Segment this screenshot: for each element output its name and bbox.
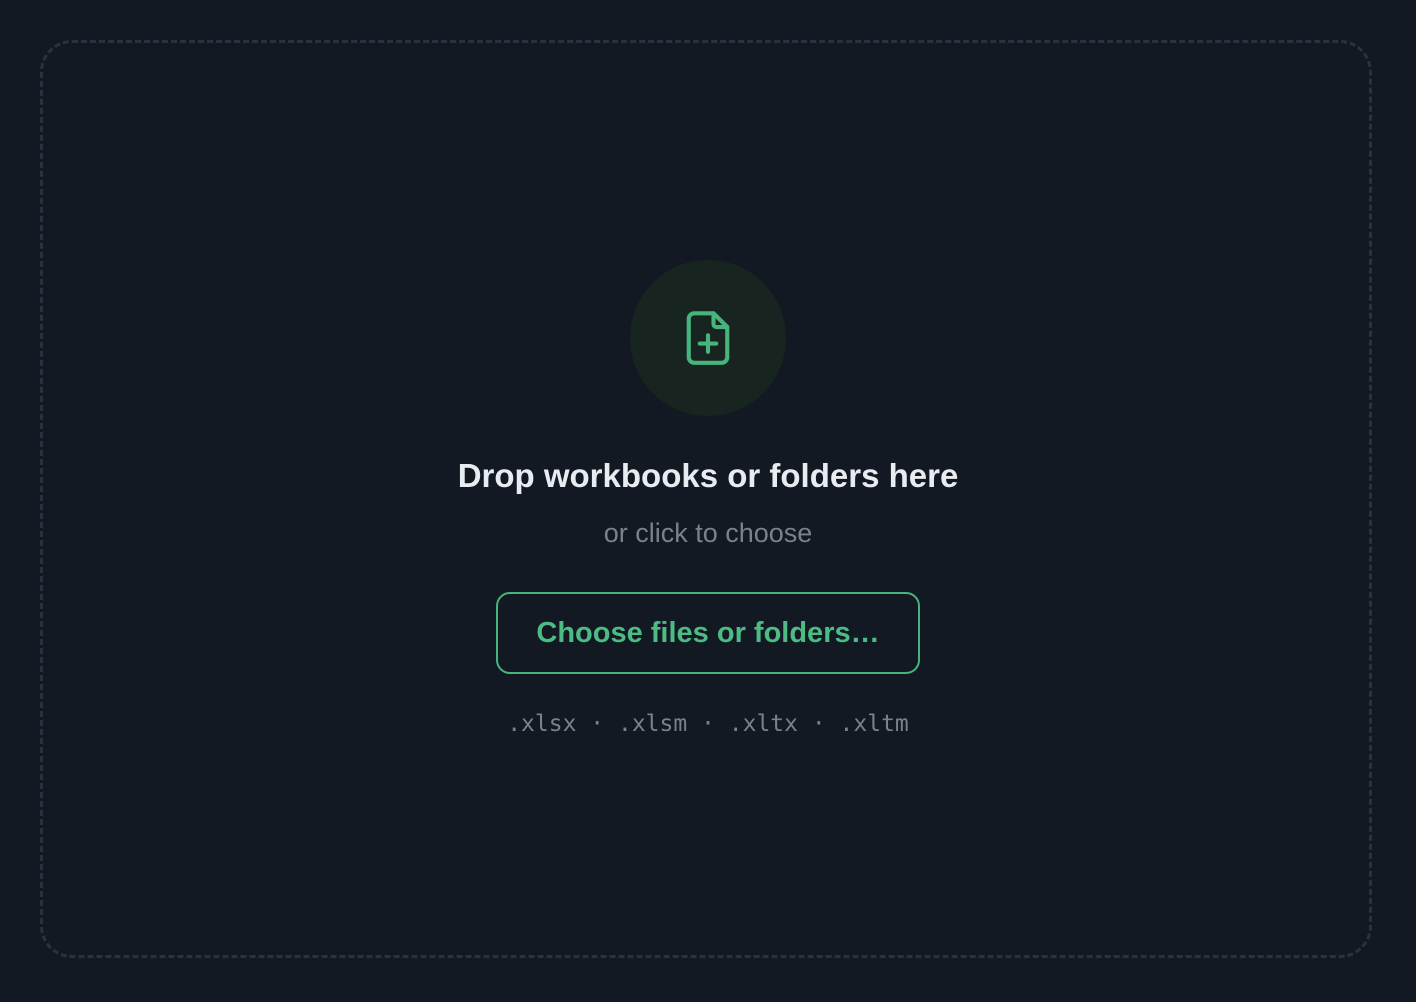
file-plus-icon xyxy=(686,311,730,365)
upload-icon-badge xyxy=(630,260,786,416)
file-dropzone[interactable] xyxy=(40,40,1372,958)
dropzone-title: Drop workbooks or folders here xyxy=(457,457,959,494)
supported-formats: .xlsx · .xlsm · .xltx · .xltm xyxy=(507,711,909,737)
choose-files-button[interactable]: Choose files or folders… xyxy=(496,592,920,674)
dropzone-subtitle: or click to choose xyxy=(603,518,813,548)
